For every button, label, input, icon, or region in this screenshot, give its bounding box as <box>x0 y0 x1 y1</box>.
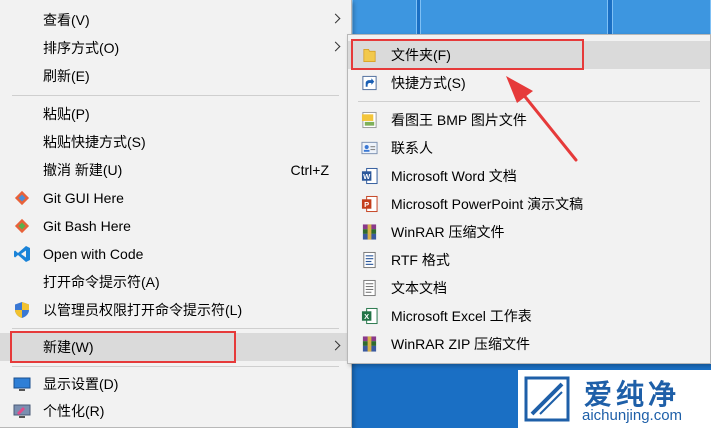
menu-item-label: Microsoft PowerPoint 演示文稿 <box>391 196 584 212</box>
menu-item-display-settings[interactable]: 显示设置(D) <box>0 370 351 398</box>
menu-item-label: 看图王 BMP 图片文件 <box>391 112 527 128</box>
submenu-item-rtf[interactable]: RTF 格式 <box>348 246 710 274</box>
submenu-item-shortcut[interactable]: 快捷方式(S) <box>348 69 710 97</box>
menu-item-label: 联系人 <box>391 140 433 156</box>
git-gui-icon <box>14 190 30 206</box>
svg-text:X: X <box>364 312 369 321</box>
menu-item-refresh[interactable]: 刷新(E) <box>0 62 351 90</box>
submenu-item-word[interactable]: W Microsoft Word 文档 <box>348 162 710 190</box>
winrar-icon <box>362 224 377 240</box>
submenu-item-winrar[interactable]: WinRAR 压缩文件 <box>348 218 710 246</box>
personalize-icon <box>13 404 31 418</box>
desktop-context-menu: 查看(V) 排序方式(O) 刷新(E) 粘贴(P) 粘贴快捷方式(S) 撤消 新… <box>0 0 352 428</box>
menu-item-view[interactable]: 查看(V) <box>0 6 351 34</box>
submenu-item-excel[interactable]: X Microsoft Excel 工作表 <box>348 302 710 330</box>
menu-item-label: Git GUI Here <box>43 190 124 206</box>
menu-item-personalize[interactable]: 个性化(R) <box>0 397 351 425</box>
winrar-zip-icon <box>362 336 377 352</box>
shortcut-icon <box>362 75 377 91</box>
menu-item-shortcut: Ctrl+Z <box>290 162 330 178</box>
menu-item-open-cmd[interactable]: 打开命令提示符(A) <box>0 268 351 296</box>
menu-item-git-gui[interactable]: Git GUI Here <box>0 184 351 212</box>
watermark: 爱纯净 aichunjing.com <box>518 370 711 428</box>
submenu-item-contact[interactable]: 联系人 <box>348 134 710 162</box>
submenu-item-text-doc[interactable]: 文本文档 <box>348 274 710 302</box>
menu-item-label: 刷新(E) <box>43 68 90 84</box>
contact-icon <box>361 141 378 155</box>
menu-item-open-with-code[interactable]: Open with Code <box>0 240 351 268</box>
annotation-box-new <box>10 331 236 363</box>
submenu-item-powerpoint[interactable]: P Microsoft PowerPoint 演示文稿 <box>348 190 710 218</box>
bmp-image-icon <box>361 111 377 129</box>
new-submenu: 文件夹(F) 快捷方式(S) 看图王 BMP 图片文件 联系人 W Micros… <box>347 34 711 364</box>
menu-item-undo-new[interactable]: 撤消 新建(U) Ctrl+Z <box>0 156 351 184</box>
menu-item-label: 撤消 新建(U) <box>43 162 123 178</box>
menu-item-label: 排序方式(O) <box>43 40 120 56</box>
menu-item-label: 文本文档 <box>391 280 447 296</box>
menu-separator <box>12 95 339 96</box>
word-icon: W <box>361 167 378 185</box>
text-doc-icon <box>363 279 376 297</box>
rtf-icon <box>363 251 376 269</box>
chevron-right-icon <box>330 13 341 24</box>
vscode-icon <box>14 246 30 262</box>
display-settings-icon <box>13 377 31 391</box>
watermark-logo-icon <box>524 376 570 422</box>
menu-item-label: 查看(V) <box>43 12 90 28</box>
svg-text:W: W <box>363 172 371 181</box>
watermark-url: aichunjing.com <box>582 407 683 424</box>
menu-separator <box>358 101 700 102</box>
menu-item-label: RTF 格式 <box>391 252 450 268</box>
menu-item-label: Microsoft Word 文档 <box>391 168 517 184</box>
annotation-box-folder <box>351 39 584 70</box>
powerpoint-icon: P <box>361 195 378 213</box>
menu-item-paste[interactable]: 粘贴(P) <box>0 100 351 128</box>
excel-icon: X <box>361 307 378 325</box>
menu-item-label: 个性化(R) <box>43 403 105 419</box>
chevron-right-icon <box>330 41 341 52</box>
menu-item-label: 粘贴快捷方式(S) <box>43 134 146 150</box>
menu-item-open-cmd-admin[interactable]: 以管理员权限打开命令提示符(L) <box>0 296 351 324</box>
menu-separator <box>12 328 339 329</box>
chevron-right-icon <box>330 340 341 351</box>
menu-item-label: WinRAR 压缩文件 <box>391 224 505 240</box>
menu-item-label: 粘贴(P) <box>43 106 90 122</box>
menu-item-label: Open with Code <box>43 246 144 262</box>
menu-item-label: WinRAR ZIP 压缩文件 <box>391 336 530 352</box>
menu-item-label: 快捷方式(S) <box>391 75 466 91</box>
menu-separator <box>12 366 339 367</box>
menu-item-label: 以管理员权限打开命令提示符(L) <box>43 302 243 318</box>
svg-text:P: P <box>364 200 369 209</box>
menu-item-sort-by[interactable]: 排序方式(O) <box>0 34 351 62</box>
submenu-item-winrar-zip[interactable]: WinRAR ZIP 压缩文件 <box>348 330 710 358</box>
submenu-item-bmp[interactable]: 看图王 BMP 图片文件 <box>348 106 710 134</box>
menu-item-label: Git Bash Here <box>43 218 131 234</box>
menu-item-label: 打开命令提示符(A) <box>43 274 160 290</box>
git-bash-icon <box>14 218 30 234</box>
menu-item-label: Microsoft Excel 工作表 <box>391 308 532 324</box>
uac-shield-icon <box>15 302 29 318</box>
menu-item-paste-shortcut[interactable]: 粘贴快捷方式(S) <box>0 128 351 156</box>
menu-item-git-bash[interactable]: Git Bash Here <box>0 212 351 240</box>
menu-item-label: 显示设置(D) <box>43 376 119 392</box>
